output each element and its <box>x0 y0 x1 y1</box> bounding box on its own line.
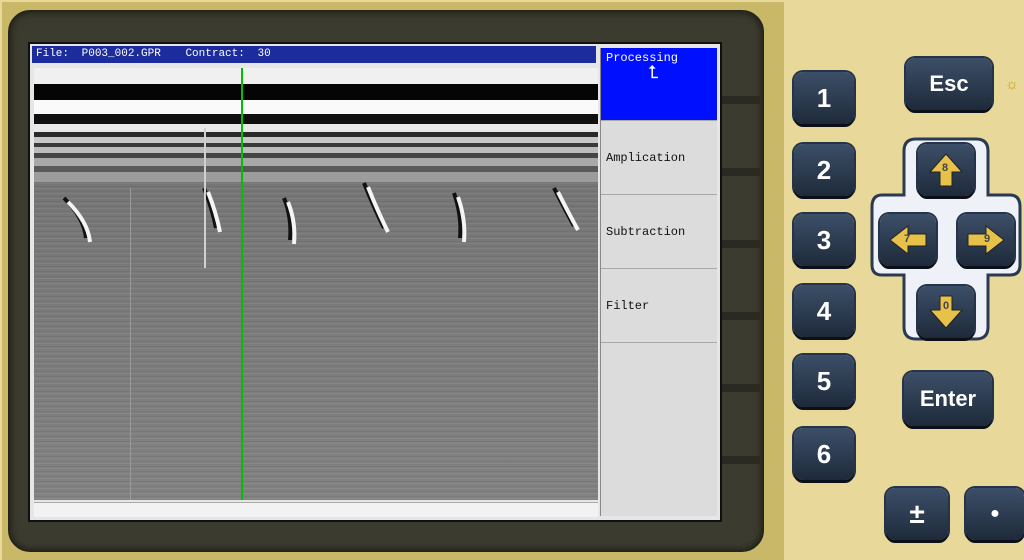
key-5[interactable]: 5 <box>794 355 854 407</box>
left-arrow-number: 7 <box>904 233 911 245</box>
up-arrow-number: 8 <box>942 162 949 174</box>
file-name: P003_002.GPR <box>81 48 161 60</box>
horizontal-scrollbar[interactable] <box>34 502 598 517</box>
menu-item-subtraction[interactable]: Subtraction <box>601 196 717 269</box>
file-label: File: <box>36 48 70 60</box>
bezel-tab <box>722 384 760 392</box>
return-up-icon: ⮤ <box>648 64 659 84</box>
cursor-line <box>241 68 243 500</box>
contract-value: 30 <box>257 48 271 60</box>
bezel-tab <box>722 168 760 176</box>
plus-minus-button[interactable]: ± <box>886 488 948 540</box>
bezel-tab <box>722 96 760 104</box>
esc-button[interactable]: Esc <box>906 58 992 110</box>
right-arrow-number: 9 <box>984 233 991 245</box>
key-2[interactable]: 2 <box>794 144 854 196</box>
enter-button[interactable]: Enter <box>904 372 992 426</box>
up-arrow-button[interactable]: 8 <box>918 144 974 196</box>
menu-item-filter[interactable]: Filter <box>601 270 717 343</box>
arrow-down-icon <box>928 295 964 329</box>
menu-item-label: Processing <box>606 51 679 65</box>
key-4[interactable]: 4 <box>794 285 854 337</box>
bezel-tab <box>722 456 760 464</box>
file-title-bar: File: P003_002.GPR Contract: 30 <box>32 46 596 63</box>
menu-item-label: Amplication <box>606 151 686 165</box>
bezel-tab <box>722 312 760 320</box>
contract-label: Contract: <box>185 48 245 60</box>
down-arrow-number: 0 <box>943 300 950 312</box>
menu-item-label: Subtraction <box>606 225 686 239</box>
menu-item-processing[interactable]: Processing ⮤ <box>601 48 717 121</box>
menu-item-label: Filter <box>606 299 650 313</box>
down-arrow-button[interactable]: 0 <box>918 286 974 338</box>
key-6[interactable]: 6 <box>794 428 854 480</box>
radargram-view[interactable] <box>34 68 598 500</box>
menu-item-amplication[interactable]: Amplication <box>601 122 717 195</box>
key-3[interactable]: 3 <box>794 214 854 266</box>
lcd-screen: File: P003_002.GPR Contract: 30 Processi… <box>28 42 722 522</box>
side-menu: Processing ⮤ Amplication Subtraction Fil… <box>600 48 717 516</box>
right-arrow-button[interactable]: 9 <box>958 214 1014 266</box>
radargram-image <box>34 68 598 500</box>
key-1[interactable]: 1 <box>794 72 854 124</box>
bezel-tab <box>722 240 760 248</box>
light-icon: ☼ <box>1005 76 1019 93</box>
left-arrow-button[interactable]: 7 <box>880 214 936 266</box>
dot-button[interactable]: ● <box>966 488 1024 540</box>
